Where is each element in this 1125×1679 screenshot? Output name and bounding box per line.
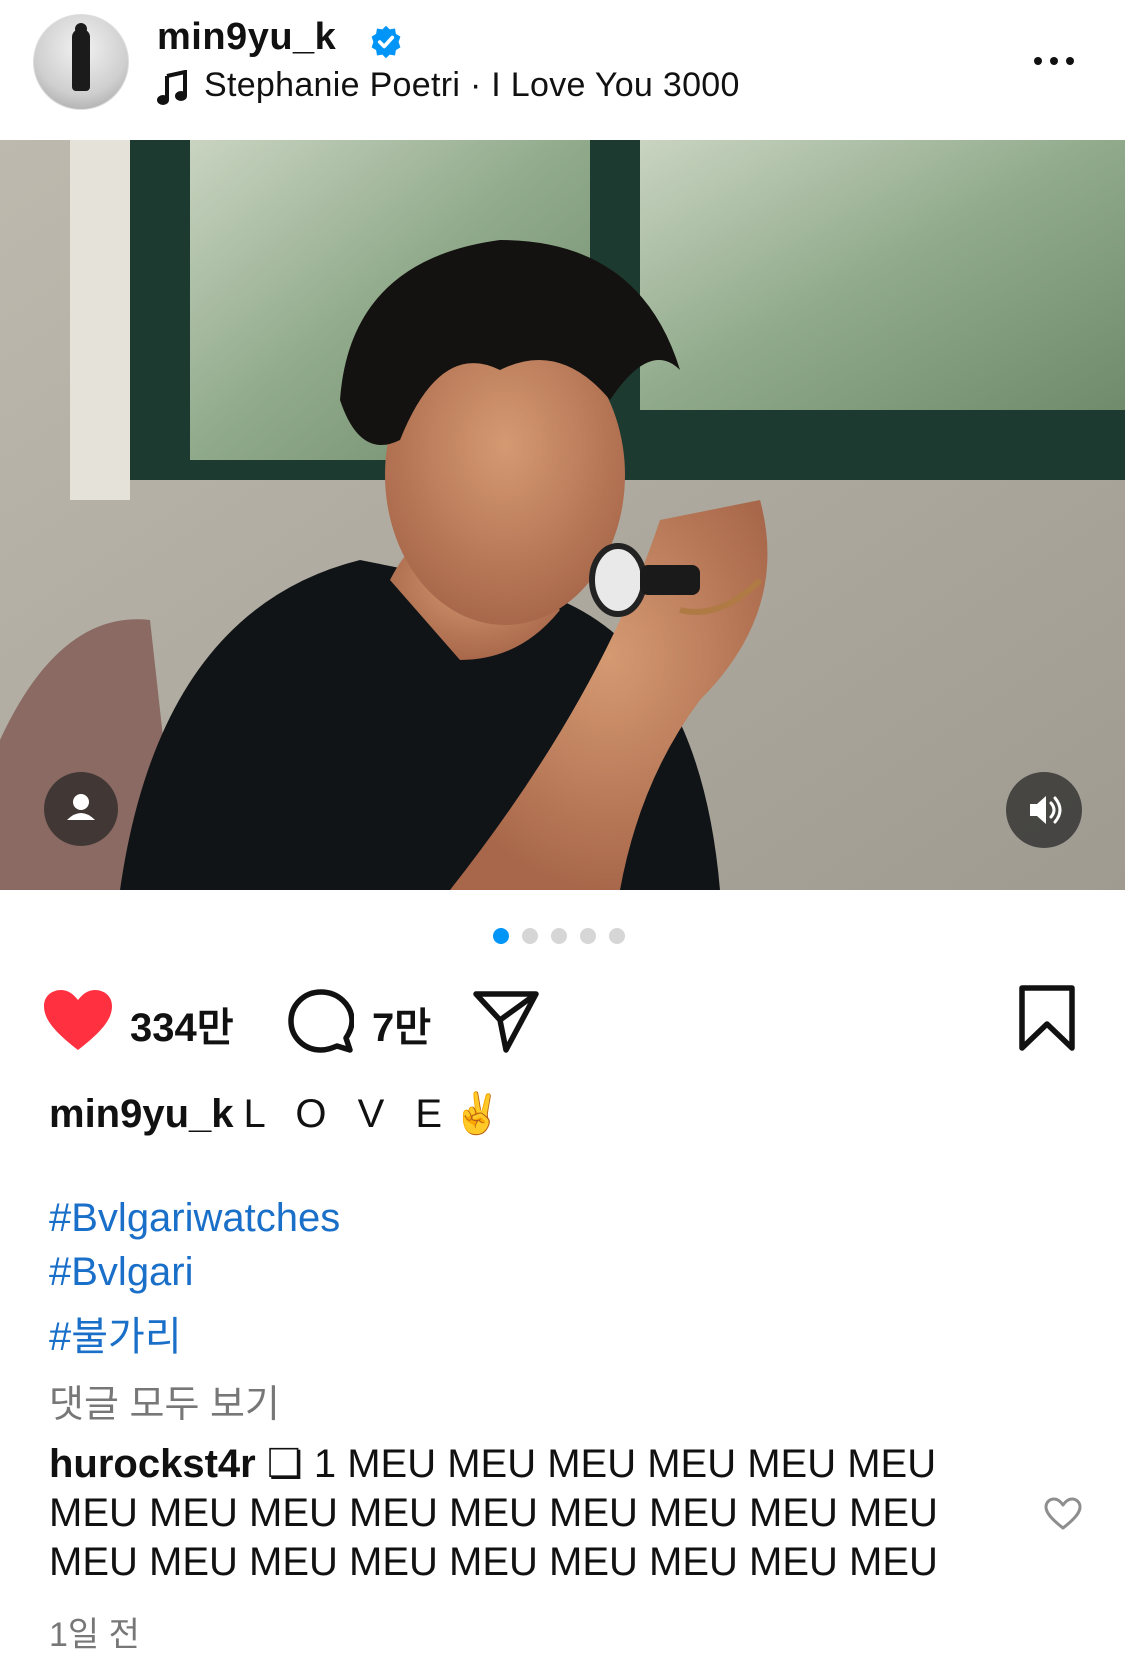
- more-icon[interactable]: [1034, 52, 1084, 66]
- comment-like-heart-icon[interactable]: [1044, 1497, 1082, 1531]
- comment-username[interactable]: hurockst4r: [49, 1442, 256, 1486]
- profile-avatar[interactable]: [33, 14, 129, 110]
- photo-illustration: [0, 140, 1125, 890]
- caption-username[interactable]: min9yu_k: [49, 1092, 234, 1136]
- carousel-dot: [609, 927, 625, 944]
- caption: min9yu_k L O V E✌️: [49, 1090, 502, 1137]
- action-bar: 334만 7만: [0, 980, 1125, 1060]
- hashtag-link[interactable]: #Bvlgari: [49, 1250, 194, 1295]
- comment-count[interactable]: 7만: [372, 995, 431, 1053]
- save-icon[interactable]: [1018, 984, 1076, 1052]
- hashtag-link[interactable]: #Bvlgariwatches: [49, 1196, 340, 1241]
- top-comment: hurockst4r ❏ 1 MEU MEU MEU MEU MEU MEU M…: [49, 1440, 969, 1587]
- user-tag-button[interactable]: [44, 772, 118, 846]
- heart-icon[interactable]: [42, 988, 114, 1052]
- sound-toggle-button[interactable]: [1006, 772, 1082, 848]
- share-icon[interactable]: [472, 988, 540, 1054]
- carousel-dot: [580, 927, 596, 944]
- caption-text: L O V E: [243, 1092, 453, 1136]
- post-header: min9yu_k Stephanie Poetri · I Love You 3…: [0, 0, 1125, 140]
- carousel-indicator: [493, 927, 638, 945]
- comment-icon[interactable]: [288, 988, 354, 1054]
- post-timestamp: 1일 전: [49, 1616, 140, 1654]
- verified-badge-icon: [371, 25, 401, 59]
- carousel-dot: [522, 927, 538, 944]
- avatar-figure: [72, 29, 90, 91]
- like-count[interactable]: 334만: [130, 995, 234, 1053]
- music-track[interactable]: Stephanie Poetri · I Love You 3000: [204, 66, 740, 105]
- header-username[interactable]: min9yu_k: [157, 16, 336, 59]
- carousel-dot: [551, 927, 567, 944]
- hashtag-link[interactable]: #불가리: [49, 1304, 182, 1362]
- carousel-dot: [493, 927, 509, 944]
- user-tag-icon: [67, 794, 95, 820]
- post-photo[interactable]: [0, 140, 1125, 890]
- victory-hand-emoji: ✌️: [452, 1092, 502, 1136]
- music-note-icon: [157, 70, 187, 105]
- view-all-comments-link[interactable]: 댓글 모두 보기: [49, 1373, 280, 1428]
- sound-icon: [1030, 796, 1062, 824]
